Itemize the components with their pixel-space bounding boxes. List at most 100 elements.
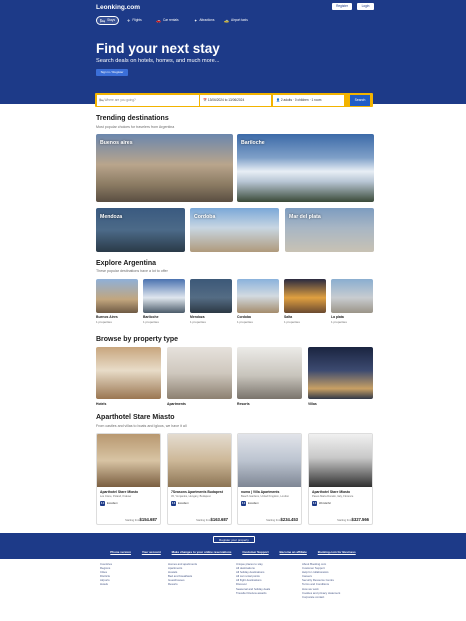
property-address: Beach Gardens, United Kingdom, London: [241, 495, 290, 498]
signin-register-button[interactable]: Sign in / Register: [96, 69, 128, 76]
property-address: 45, Yomjanlos, Hungary, Budapest: [171, 495, 211, 498]
date-range: 13/06/2024 to 13/06/2024: [207, 97, 245, 102]
explore-card-mendoza[interactable]: [190, 279, 232, 313]
guests-selector[interactable]: 👤 2 adults · 0 children · 1 room: [273, 94, 344, 106]
explore-name: Cordoba: [237, 315, 251, 319]
trending-card-mendoza[interactable]: Mendoza: [96, 208, 185, 252]
plane-icon: ✈: [127, 18, 131, 23]
footer-link[interactable]: Phone version: [110, 550, 131, 554]
property-card[interactable]: 7Seasons Apartments Budapest 45, Yomjanl…: [167, 433, 232, 525]
property-name: 7Seasons Apartments Budapest: [171, 490, 223, 494]
register-property-button[interactable]: Register your property: [213, 536, 255, 543]
property-type-label: Apartments: [167, 402, 186, 406]
footer-link[interactable]: Make changes to your online reservations: [172, 550, 232, 554]
property-type-title: Browse by property type: [96, 336, 179, 343]
property-photo: [238, 434, 301, 487]
property-name: Aparthotel Stare Miasto: [100, 490, 139, 494]
trending-card-cordoba[interactable]: Cordoba: [190, 208, 279, 252]
bed-icon: 🛏: [99, 97, 104, 102]
property-photo: [309, 434, 372, 487]
explore-card-cordoba[interactable]: [237, 279, 279, 313]
guests-summary: 2 adults · 0 children · 1 room: [280, 97, 322, 102]
tab-label: Stays: [107, 18, 116, 22]
footer-col-link[interactable]: Traveller Review awards: [236, 591, 270, 595]
taxi-icon: 🚕: [224, 18, 229, 23]
trending-label: Bariloche: [241, 140, 265, 146]
price-prefix: Starting from: [266, 518, 281, 522]
tab-attractions[interactable]: ✦ Attractions: [191, 16, 217, 25]
footer-link[interactable]: Your account: [142, 550, 161, 554]
hero-subtitle: Search deals on hotels, homes, and much …: [96, 58, 220, 64]
trending-card-buenos-aires[interactable]: Buenos aires: [96, 134, 233, 202]
explore-name: Salta: [284, 315, 293, 319]
explore-count: 1 properties: [96, 320, 112, 324]
property-type-apartments[interactable]: [167, 347, 232, 399]
explore-name: Buenos Aires: [96, 315, 118, 319]
review-score-badge: 8.9: [241, 501, 246, 506]
tab-airport-taxis[interactable]: 🚕 Airport taxis: [221, 16, 251, 25]
trending-label: Mar del plata: [289, 214, 321, 220]
footer-bar: Register your property Phone version You…: [0, 533, 466, 559]
bed-icon: 🛏: [100, 18, 106, 23]
explore-count: 1 properties: [190, 320, 206, 324]
explore-card-salta[interactable]: [284, 279, 326, 313]
explore-name: La plata: [331, 315, 344, 319]
search-bar: 🛏 Where are you going? 📅 13/06/2024 to 1…: [95, 93, 373, 107]
tab-label: Car rentals: [162, 18, 179, 22]
login-button[interactable]: Login: [357, 3, 374, 10]
explore-count: 1 properties: [237, 320, 253, 324]
tab-car-rentals[interactable]: 🚗 Car rentals: [153, 16, 182, 25]
property-photo: [97, 434, 160, 487]
review-rating: Excellent: [107, 502, 118, 505]
price-prefix: Starting from: [196, 518, 211, 522]
calendar-icon: 📅: [203, 97, 207, 102]
property-price: $154.687: [139, 517, 157, 522]
trending-label: Mendoza: [100, 214, 123, 220]
footer-links: Phone version Your account Make changes …: [0, 550, 466, 554]
footer-link[interactable]: Become an affiliate: [280, 550, 307, 554]
property-card[interactable]: Aparthotel Stare Miasto Paseo Maria Dora…: [308, 433, 373, 525]
property-card[interactable]: numa | Villa Apartments Beach Gardens, U…: [237, 433, 302, 525]
review-score-badge: 8.8: [171, 501, 176, 506]
property-price: $163.687: [210, 517, 228, 522]
property-photo: [168, 434, 231, 487]
search-button[interactable]: Search: [350, 94, 370, 106]
explore-card-bariloche[interactable]: [143, 279, 185, 313]
explore-count: 1 properties: [331, 320, 347, 324]
register-button[interactable]: Register: [332, 3, 352, 10]
property-name: numa | Villa Apartments: [241, 490, 280, 494]
property-type-hotels[interactable]: [96, 347, 161, 399]
footer-col-link[interactable]: Corporate contact: [302, 595, 340, 599]
trending-card-bariloche[interactable]: Bariloche: [237, 134, 374, 202]
footer-link[interactable]: Booking.com for Business: [318, 550, 356, 554]
footer-col-link[interactable]: Hotels: [100, 582, 112, 586]
tab-label: Airport taxis: [230, 18, 248, 22]
tab-stays[interactable]: 🛏 Stays: [96, 16, 120, 25]
property-type-villas[interactable]: [308, 347, 373, 399]
trending-card-mar-del-plata[interactable]: Mar del plata: [285, 208, 374, 252]
explore-count: 1 properties: [143, 320, 159, 324]
trending-subtitle: Most popular choices for travelers from …: [96, 125, 175, 129]
explore-count: 1 properties: [284, 320, 300, 324]
tab-flights[interactable]: ✈ Flights: [124, 16, 145, 25]
review-rating: Excellent: [178, 502, 189, 505]
date-picker[interactable]: 📅 13/06/2024 to 13/06/2024: [200, 94, 271, 106]
price-prefix: Starting from: [337, 518, 352, 522]
tab-label: Attractions: [199, 18, 215, 22]
site-logo[interactable]: Leonking.com: [96, 4, 140, 11]
explore-name: Bariloche: [143, 315, 159, 319]
footer-link[interactable]: Customer Support: [242, 550, 268, 554]
tab-label: Flights: [132, 18, 142, 22]
footer-column-4: About Booking.com Customer Support Help …: [302, 562, 340, 599]
hero-title: Find your next stay: [96, 41, 220, 56]
destination-input[interactable]: 🛏 Where are you going?: [96, 94, 199, 106]
property-type-resorts[interactable]: [237, 347, 302, 399]
property-card[interactable]: Aparthotel Stare Miasto Los Cisne, Polan…: [96, 433, 161, 525]
explore-card-buenos-aires[interactable]: [96, 279, 138, 313]
featured-subtitle: From castles and villas to boats and igl…: [96, 424, 187, 428]
property-type-label: Villas: [308, 402, 317, 406]
explore-card-la-plata[interactable]: [331, 279, 373, 313]
explore-title: Explore Argentina: [96, 260, 157, 267]
footer-col-link[interactable]: Resorts: [168, 582, 197, 586]
review-rating: Excellent: [248, 502, 259, 505]
